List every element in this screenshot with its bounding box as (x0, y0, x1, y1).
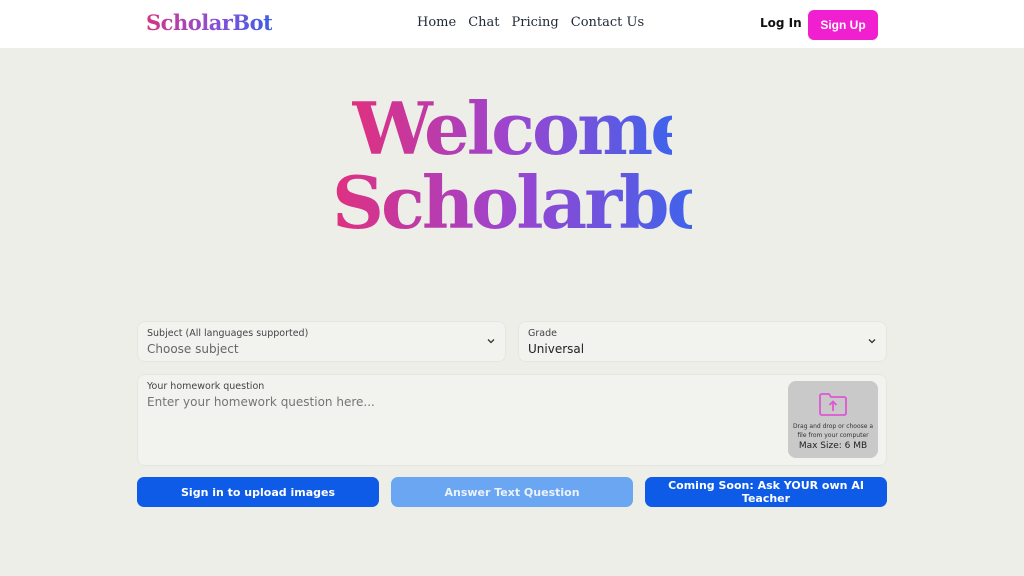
subject-label: Subject (All languages supported) (147, 328, 309, 339)
hero-title-line-2: Scholarbot (332, 160, 745, 245)
signup-button[interactable]: Sign Up (808, 10, 878, 40)
main-nav: Home Chat Pricing Contact Us (417, 15, 644, 30)
dropzone-text: Drag and drop or choose a file from your… (792, 423, 874, 439)
login-button[interactable]: Log In (760, 16, 802, 30)
nav-chat-link[interactable]: Chat (468, 15, 499, 30)
file-dropzone[interactable]: Drag and drop or choose a file from your… (788, 381, 878, 458)
folder-upload-icon (819, 393, 847, 416)
subject-value: Choose subject (147, 342, 239, 356)
grade-label: Grade (528, 328, 557, 339)
chevron-down-icon (868, 339, 876, 344)
subject-select[interactable]: Subject (All languages supported) Choose… (137, 321, 506, 362)
question-input[interactable] (147, 395, 767, 409)
question-label: Your homework question (147, 381, 265, 392)
grade-select[interactable]: Grade Universal (518, 321, 887, 362)
hero-title: Welcome Scholarbot (0, 92, 1024, 240)
answer-text-question-button[interactable]: Answer Text Question (391, 477, 633, 507)
logo[interactable]: ScholarBot (146, 10, 273, 35)
hero-title-line-1: Welcome (352, 86, 696, 171)
nav-contact-link[interactable]: Contact Us (571, 15, 644, 30)
ai-teacher-button[interactable]: Coming Soon: Ask YOUR own AI Teacher (645, 477, 887, 507)
chevron-down-icon (487, 339, 495, 344)
nav-pricing-link[interactable]: Pricing (511, 15, 558, 30)
sign-in-upload-button[interactable]: Sign in to upload images (137, 477, 379, 507)
top-navbar: ScholarBot Home Chat Pricing Contact Us … (0, 0, 1024, 48)
dropzone-max-size: Max Size: 6 MB (798, 441, 868, 451)
nav-home-link[interactable]: Home (417, 15, 456, 30)
grade-value: Universal (528, 342, 585, 356)
question-field: Your homework question Drag and drop or … (137, 374, 887, 466)
